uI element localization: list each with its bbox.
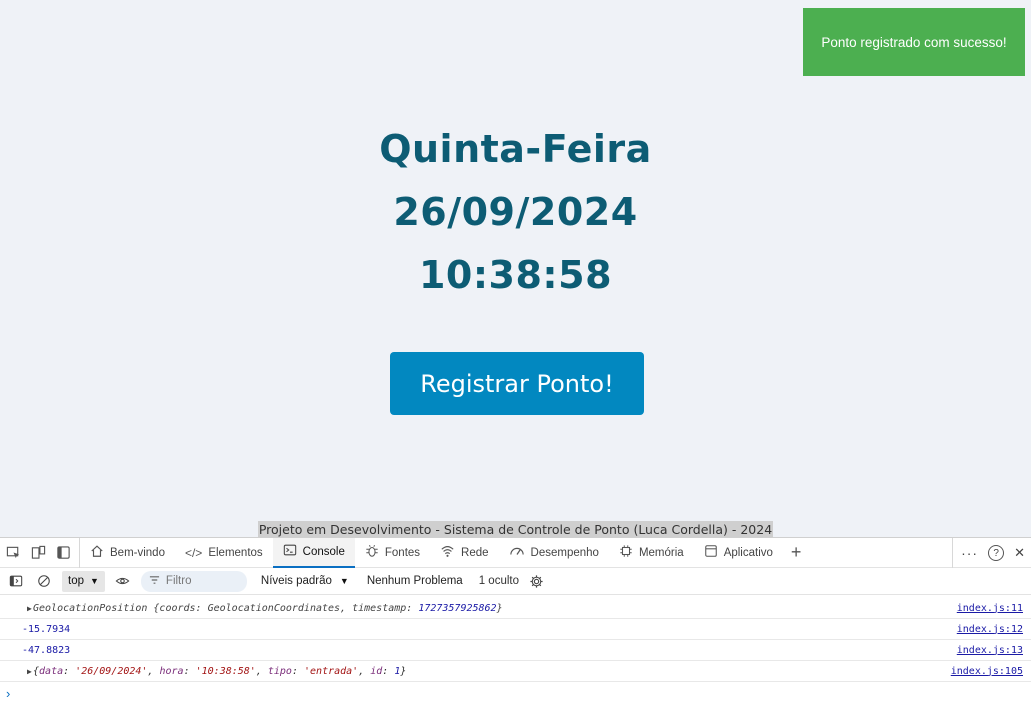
wifi-icon — [440, 544, 455, 561]
tab-performance[interactable]: Desempenho — [499, 538, 609, 568]
tab-sources[interactable]: Fontes — [355, 538, 430, 568]
console-toolbar: top ▼ Níveis padrão ▼ Nenhum Problema 1 … — [0, 568, 1031, 595]
tab-label: Desempenho — [530, 546, 599, 559]
dropdown-arrow-icon: ▼ — [339, 576, 349, 586]
console-output: ▶ GeolocationPosition {coords: Geolocati… — [0, 595, 1031, 704]
log-entry: -15.7934 index.js:12 — [0, 619, 1031, 640]
log-text: GeolocationPosition {coords: Geolocation… — [33, 602, 419, 614]
log-source-link[interactable]: index.js:11 — [957, 603, 1023, 614]
code-icon: </> — [184, 545, 203, 560]
tab-console[interactable]: Console — [272, 537, 355, 568]
help-icon[interactable]: ? — [988, 545, 1005, 561]
register-button[interactable]: Registrar Ponto! — [390, 352, 644, 415]
device-emulation-icon[interactable] — [28, 543, 48, 563]
console-prompt[interactable]: › — [0, 682, 1031, 704]
context-value: top — [68, 575, 84, 587]
gauge-icon — [509, 544, 525, 561]
page-content: Ponto registrado com sucesso! Quinta-Fei… — [0, 0, 1031, 538]
log-source-link[interactable]: index.js:13 — [957, 645, 1023, 656]
expand-arrow-icon[interactable]: ▶ — [27, 667, 32, 676]
tab-welcome[interactable]: Bem-vindo — [80, 538, 175, 568]
clock-display: Quinta-Feira 26/09/2024 10:38:58 — [0, 118, 1031, 307]
bug-icon — [365, 544, 379, 561]
log-value-tipo: 'entrada' — [304, 665, 359, 677]
eye-icon[interactable] — [113, 571, 133, 591]
chip-icon — [619, 544, 633, 561]
log-value-hora: '10:38:58' — [195, 665, 256, 677]
success-toast: Ponto registrado com sucesso! — [803, 8, 1025, 76]
devtools-left-tools — [0, 537, 80, 568]
log-value-data: '26/09/2024' — [75, 665, 148, 677]
log-value-id: 1 — [394, 665, 401, 677]
log-entry[interactable]: ▶ GeolocationPosition {coords: Geolocati… — [0, 595, 1031, 619]
devtools-panel: Bem-vindo </> Elementos Console Fontes R… — [0, 537, 1031, 704]
settings-gear-icon[interactable] — [527, 571, 547, 591]
window-icon — [704, 544, 718, 561]
tab-memory[interactable]: Memória — [609, 538, 694, 568]
tab-label: Aplicativo — [723, 546, 773, 559]
prompt-chevron-icon: › — [6, 685, 11, 701]
filter-box[interactable] — [140, 570, 247, 592]
issues-count[interactable]: Nenhum Problema — [367, 575, 463, 587]
tab-application[interactable]: Aplicativo — [694, 538, 783, 568]
context-select[interactable]: top ▼ — [62, 570, 105, 592]
clear-console-icon[interactable] — [34, 571, 54, 591]
tab-network[interactable]: Rede — [430, 538, 499, 568]
weekday-text: Quinta-Feira — [379, 127, 652, 171]
home-icon — [90, 544, 104, 561]
log-message: -15.7934 — [22, 623, 71, 635]
more-options-icon[interactable]: ··· — [961, 545, 978, 561]
filter-input[interactable] — [165, 575, 236, 587]
inspect-icon[interactable] — [3, 543, 23, 563]
tab-label: Fontes — [384, 546, 421, 559]
tab-label: Elementos — [208, 546, 263, 559]
log-text-end: } — [496, 602, 503, 614]
log-message: -47.8823 — [22, 644, 71, 656]
sidebar-toggle-icon[interactable] — [6, 571, 26, 591]
log-message: {data: '26/09/2024', hora: '10:38:58', t… — [33, 665, 407, 677]
time-text: 10:38:58 — [418, 253, 613, 297]
log-source-link[interactable]: index.js:105 — [951, 666, 1023, 677]
log-entry[interactable]: ▶ {data: '26/09/2024', hora: '10:38:58',… — [0, 661, 1031, 682]
log-number: 1727357925862 — [418, 602, 497, 614]
dropdown-arrow-icon: ▼ — [90, 576, 99, 586]
log-source-link[interactable]: index.js:12 — [957, 624, 1023, 635]
panel-toggle-icon[interactable] — [53, 543, 73, 563]
footer-text: Projeto em Desevolvimento - Sistema de C… — [257, 521, 774, 538]
hidden-count: 1 oculto — [478, 575, 519, 587]
log-entry: -47.8823 index.js:13 — [0, 640, 1031, 661]
tab-label: Console — [302, 545, 345, 558]
devtools-right-tools: ··· ? ✕ — [952, 538, 1031, 568]
tab-label: Rede — [461, 546, 489, 559]
log-message: GeolocationPosition {coords: Geolocation… — [33, 603, 503, 614]
expand-arrow-icon[interactable]: ▶ — [27, 604, 32, 613]
close-icon[interactable]: ✕ — [1014, 545, 1025, 561]
toast-message: Ponto registrado com sucesso! — [821, 34, 1007, 50]
tab-elements[interactable]: </> Elementos — [175, 538, 273, 568]
levels-label: Níveis padrão — [260, 575, 332, 587]
log-levels-select[interactable]: Níveis padrão ▼ — [261, 575, 349, 587]
add-tab-icon[interactable]: + — [783, 542, 810, 563]
date-text: 26/09/2024 — [393, 190, 638, 234]
tab-label: Memória — [638, 546, 684, 559]
footer: Projeto em Desevolvimento - Sistema de C… — [0, 519, 1031, 538]
tab-label: Bem-vindo — [110, 546, 165, 559]
filter-icon — [149, 575, 160, 588]
console-icon — [283, 543, 297, 560]
devtools-tab-bar: Bem-vindo </> Elementos Console Fontes R… — [0, 537, 1031, 568]
